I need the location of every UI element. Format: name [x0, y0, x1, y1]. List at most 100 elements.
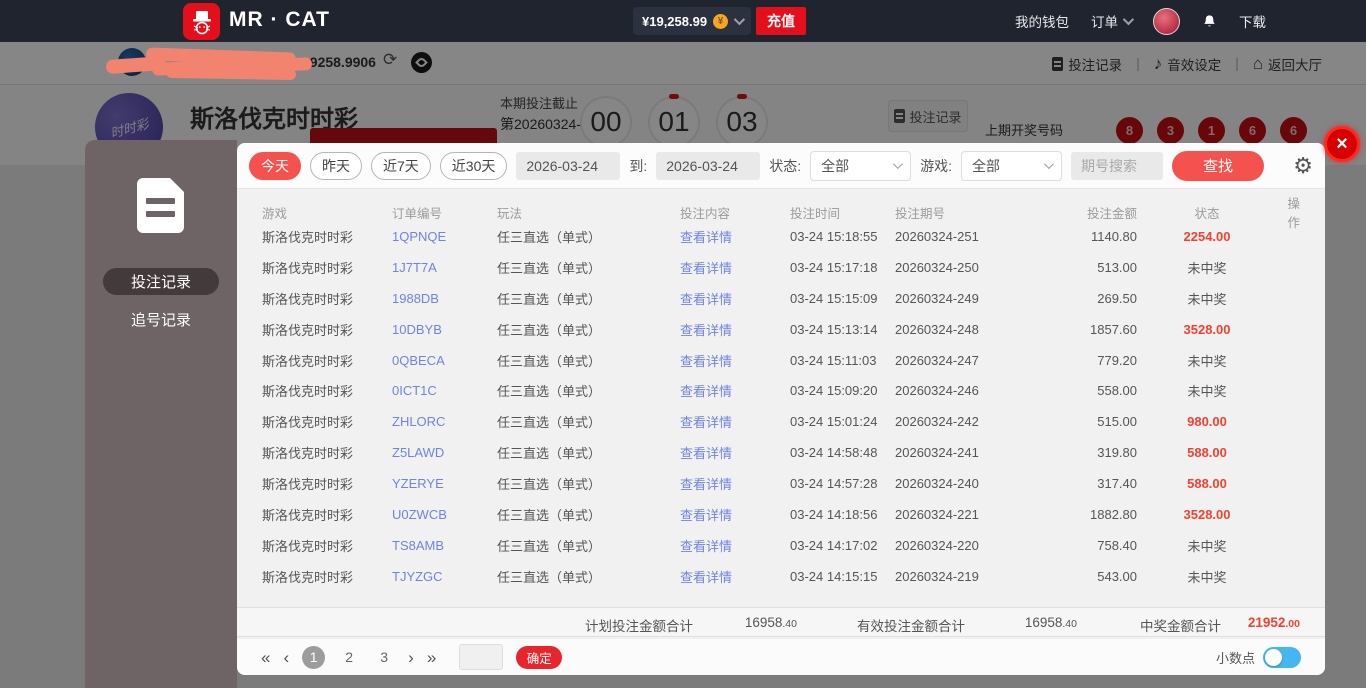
page-number-2[interactable]: 2 [338, 649, 360, 665]
col-period: 投注期号 [895, 203, 1027, 222]
cell-time: 03-24 15:15:09 [790, 291, 895, 306]
cell-order-link[interactable]: 1988DB [392, 291, 497, 306]
cell-detail-link[interactable]: 查看详情 [680, 289, 790, 308]
cell-game: 斯洛伐克时时彩 [262, 412, 392, 431]
cell-detail-link[interactable]: 查看详情 [680, 474, 790, 493]
cell-status: 2254.00 [1137, 229, 1277, 244]
valid-total-label: 有效投注金额合计 [857, 615, 965, 635]
decimal-toggle[interactable] [1263, 647, 1301, 668]
cell-detail-link[interactable]: 查看详情 [680, 567, 790, 586]
cell-order-link[interactable]: 1QPNQE [392, 229, 497, 244]
cell-detail-link[interactable]: 查看详情 [680, 320, 790, 339]
status-select[interactable]: 全部 [810, 151, 911, 181]
cell-status: 未中奖 [1137, 567, 1277, 586]
cell-status: 3528.00 [1137, 507, 1277, 522]
cell-amount: 317.40 [1027, 476, 1137, 491]
last-page-button[interactable]: » [427, 649, 436, 666]
cell-period: 20260324-220 [895, 538, 1027, 553]
page-numbers: 123 [302, 646, 395, 669]
table-row: 斯洛伐克时时彩Z5LAWD任三直选（单式）查看详情03-24 14:58:482… [237, 437, 1325, 468]
cell-order-link[interactable]: TJYZGC [392, 569, 497, 584]
sidebar-item-bet-records[interactable]: 投注记录 [103, 268, 219, 295]
nav-my-wallet[interactable]: 我的钱包 [1015, 11, 1069, 31]
page-number-1[interactable]: 1 [302, 646, 325, 669]
page-number-3[interactable]: 3 [373, 649, 395, 665]
cell-order-link[interactable]: 0QBECA [392, 353, 497, 368]
cell-order-link[interactable]: U0ZWCB [392, 507, 497, 522]
cell-detail-link[interactable]: 查看详情 [680, 536, 790, 555]
to-label: 到: [629, 156, 647, 176]
chevron-down-icon [734, 14, 745, 25]
cell-status: 588.00 [1137, 445, 1277, 460]
cell-game: 斯洛伐克时时彩 [262, 443, 392, 462]
next-page-button[interactable]: › [408, 649, 414, 666]
wallet-balance-dropdown[interactable]: ¥19,258.99 ¥ [633, 7, 751, 35]
table-row: 斯洛伐克时时彩TJYZGC任三直选（单式）查看详情03-24 14:15:152… [237, 561, 1325, 592]
col-order: 订单编号 [392, 203, 497, 222]
cell-period: 20260324-242 [895, 414, 1027, 429]
cell-game: 斯洛伐克时时彩 [262, 474, 392, 493]
records-sidebar: 投注记录 追号记录 [85, 140, 237, 688]
page-jump-input[interactable] [459, 644, 503, 670]
cell-period: 20260324-249 [895, 291, 1027, 306]
records-document-icon [137, 178, 184, 233]
prev-page-button[interactable]: ‹ [283, 649, 289, 666]
cell-detail-link[interactable]: 查看详情 [680, 505, 790, 524]
cell-period: 20260324-250 [895, 260, 1027, 275]
cell-detail-link[interactable]: 查看详情 [680, 443, 790, 462]
cell-order-link[interactable]: 10DBYB [392, 322, 497, 337]
cell-order-link[interactable]: Z5LAWD [392, 445, 497, 460]
page-confirm-button[interactable]: 确定 [516, 646, 562, 669]
nav-download[interactable]: 下载 [1239, 11, 1266, 31]
cell-order-link[interactable]: 0ICT1C [392, 383, 497, 398]
filter-last7days[interactable]: 近7天 [371, 152, 431, 180]
top-header: MR · CAT ¥19,258.99 ¥ 充值 我的钱包 订单 下载 [0, 0, 1366, 42]
recharge-button[interactable]: 充值 [756, 7, 806, 35]
cell-play: 任三直选（单式） [497, 567, 680, 586]
cell-order-link[interactable]: YZERYE [392, 476, 497, 491]
cell-amount: 513.00 [1027, 260, 1137, 275]
first-page-button[interactable]: « [261, 649, 270, 666]
cell-status: 未中奖 [1137, 536, 1277, 555]
toggle-knob [1265, 649, 1282, 666]
date-to-input[interactable] [656, 152, 760, 180]
user-avatar[interactable] [1153, 8, 1180, 35]
brand-logo-icon[interactable] [183, 3, 220, 40]
cell-detail-link[interactable]: 查看详情 [680, 412, 790, 431]
cell-detail-link[interactable]: 查看详情 [680, 258, 790, 277]
cell-detail-link[interactable]: 查看详情 [680, 227, 790, 246]
col-play: 玩法 [497, 203, 680, 222]
cell-time: 03-24 14:15:15 [790, 569, 895, 584]
cell-order-link[interactable]: ZHLORC [392, 414, 497, 429]
search-button[interactable]: 查找 [1172, 151, 1264, 181]
game-select[interactable]: 全部 [961, 151, 1062, 181]
filter-yesterday[interactable]: 昨天 [310, 152, 362, 180]
table-row: 斯洛伐克时时彩1J7T7A任三直选（单式）查看详情03-24 15:17:182… [237, 252, 1325, 283]
cell-time: 03-24 14:57:28 [790, 476, 895, 491]
sidebar-item-chase-records[interactable]: 追号记录 [103, 306, 219, 333]
chevron-down-icon [1123, 14, 1134, 25]
screen: MR · CAT ¥19,258.99 ¥ 充值 我的钱包 订单 下载 ¥ 19… [0, 0, 1366, 688]
cell-detail-link[interactable]: 查看详情 [680, 381, 790, 400]
filter-last30days[interactable]: 近30天 [440, 152, 508, 180]
bell-icon[interactable] [1202, 14, 1217, 29]
gear-icon[interactable]: ⚙ [1293, 155, 1313, 177]
planned-total-label: 计划投注金额合计 [585, 615, 693, 635]
decimal-toggle-group: 小数点 [1216, 647, 1301, 668]
close-button[interactable]: × [1324, 126, 1360, 162]
cell-play: 任三直选（单式） [497, 443, 680, 462]
date-from-input[interactable] [516, 152, 620, 180]
col-content: 投注内容 [680, 203, 790, 222]
chevron-down-icon [893, 159, 903, 169]
period-search-input[interactable] [1071, 152, 1163, 180]
nav-orders[interactable]: 订单 [1091, 11, 1131, 31]
cell-amount: 269.50 [1027, 291, 1137, 306]
cell-period: 20260324-248 [895, 322, 1027, 337]
cell-order-link[interactable]: TS8AMB [392, 538, 497, 553]
cell-detail-link[interactable]: 查看详情 [680, 351, 790, 370]
filter-today[interactable]: 今天 [249, 152, 301, 180]
cell-order-link[interactable]: 1J7T7A [392, 260, 497, 275]
table-row: 斯洛伐克时时彩ZHLORC任三直选（单式）查看详情03-24 15:01:242… [237, 406, 1325, 437]
cell-period: 20260324-219 [895, 569, 1027, 584]
cell-game: 斯洛伐克时时彩 [262, 227, 392, 246]
